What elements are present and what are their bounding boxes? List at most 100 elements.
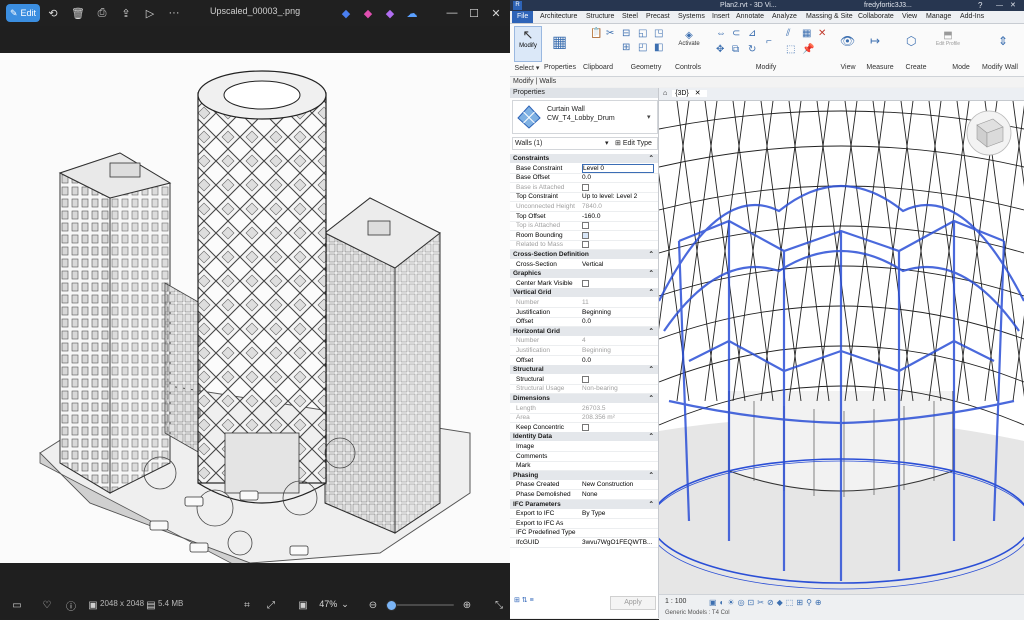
property-category[interactable]: Constraints ⌃ (510, 154, 658, 163)
property-row[interactable]: Justification Beginning (510, 346, 658, 356)
cut-geometry-icon[interactable]: ◳ (654, 28, 663, 39)
paint-icon[interactable]: ◧ (654, 42, 663, 53)
property-row[interactable]: Center Mark Visible (510, 279, 658, 289)
favorite-icon[interactable]: ♡ (40, 598, 54, 612)
filmstrip-icon[interactable]: ▭ (10, 598, 24, 612)
property-value[interactable]: 3wvu7WgO1FEQWTB... (582, 538, 652, 547)
minimize-icon[interactable]: — (444, 5, 460, 21)
property-row[interactable]: Number 4 (510, 336, 658, 347)
property-value[interactable]: 0.0 (582, 317, 652, 326)
move-icon[interactable]: ✥ (716, 44, 724, 55)
app-icon-3[interactable]: ◆ (382, 5, 398, 21)
property-row[interactable]: Phase Created New Construction (510, 480, 658, 491)
maximize-icon[interactable]: ☐ (466, 5, 482, 21)
print-icon[interactable]: ⎙ (94, 5, 110, 21)
zoom-slider-thumb[interactable] (386, 600, 398, 611)
property-row[interactable]: Mark (510, 461, 658, 472)
property-category[interactable]: Identity Data ⌃ (510, 432, 658, 442)
edit-profile-button[interactable]: ⬒ Edit Profile (934, 30, 962, 47)
mirror-icon[interactable]: ⊿ (748, 28, 756, 39)
property-value[interactable] (582, 375, 652, 384)
checkbox[interactable] (582, 279, 589, 287)
cope-icon[interactable]: ◱ (638, 28, 647, 39)
property-category[interactable]: Cross-Section Definition ⌃ (510, 250, 658, 259)
tab-structure[interactable]: Structure (586, 11, 614, 23)
tab-file[interactable]: File (512, 11, 534, 23)
property-value[interactable] (582, 240, 652, 249)
property-value[interactable]: Beginning (582, 308, 652, 317)
tab-manage[interactable]: Manage (926, 11, 951, 23)
property-row[interactable]: Top Constraint Up to level: Level 2 (510, 192, 658, 203)
more-icon[interactable]: ··· (166, 5, 182, 21)
measure-icon[interactable]: ↦ (870, 34, 880, 48)
tab-analyze[interactable]: Analyze (772, 11, 797, 23)
property-value[interactable]: Non-bearing (582, 384, 652, 393)
property-value[interactable] (582, 279, 652, 288)
property-row[interactable]: IFC Predefined Type (510, 528, 658, 539)
tab-precast[interactable]: Precast (646, 11, 670, 23)
property-category[interactable]: Graphics ⌃ (510, 269, 658, 279)
view-control-icons[interactable]: ▣◐☀◎⊡✂⊘◆⬚⊞⚲⊕ (709, 598, 825, 607)
split-face-icon[interactable]: ◰ (638, 42, 647, 53)
property-value[interactable]: None (582, 490, 652, 499)
tab-systems[interactable]: Systems (678, 11, 705, 23)
image-canvas[interactable] (0, 53, 510, 563)
apply-button[interactable]: Apply (610, 596, 656, 610)
app-icon-2[interactable]: ◆ (360, 5, 376, 21)
property-row[interactable]: Structural (510, 375, 658, 385)
copy-icon[interactable]: ⧉ (732, 44, 739, 55)
tab-collaborate[interactable]: Collaborate (858, 11, 894, 23)
property-row[interactable]: Number 11 (510, 298, 658, 308)
tab-steel[interactable]: Steel (622, 11, 638, 23)
checkbox[interactable] (582, 183, 589, 191)
property-value[interactable]: Vertical (582, 260, 652, 269)
property-value[interactable]: By Type (582, 509, 652, 518)
fullscreen-icon[interactable]: ⤡ (492, 598, 506, 612)
minimize-icon[interactable]: — (996, 0, 1003, 11)
rotate-icon[interactable]: ↻ (748, 44, 756, 55)
checkbox-checked[interactable] (582, 231, 589, 239)
property-value[interactable]: 26703.5 (582, 404, 652, 413)
property-row[interactable]: Keep Concentric (510, 423, 658, 433)
checkbox[interactable] (582, 423, 589, 431)
app-icon-1[interactable]: ◆ (338, 5, 354, 21)
property-category[interactable]: Dimensions ⌃ (510, 394, 658, 403)
wall-join-icon[interactable]: ⊞ (622, 42, 630, 53)
property-category[interactable]: IFC Parameters ⌃ (510, 499, 658, 509)
cloud-icon[interactable]: ☁ (404, 5, 420, 21)
property-row[interactable]: Image (510, 442, 658, 452)
join-icon[interactable]: ⊟ (622, 28, 630, 39)
property-category[interactable]: Vertical Grid ⌃ (510, 288, 658, 298)
properties-help-icon[interactable]: ⊞ ⇅ ≡ (514, 596, 534, 604)
split-icon[interactable]: ⫽ (786, 28, 790, 39)
property-row[interactable]: Export to IFC By Type (510, 509, 658, 520)
property-row[interactable]: Offset 0.0 (510, 317, 658, 328)
tab-massing-site[interactable]: Massing & Site (806, 11, 853, 23)
close-icon[interactable]: ✕ (488, 5, 504, 21)
tab-architecture[interactable]: Architecture (540, 11, 577, 23)
help-icon[interactable]: ? (978, 0, 982, 11)
share-icon[interactable]: ⇪ (118, 5, 134, 21)
property-row[interactable]: Base Constraint Level 0 (510, 163, 658, 174)
property-value[interactable] (582, 183, 652, 192)
property-value[interactable]: 0.0 (582, 356, 652, 365)
property-value[interactable]: 4 (582, 336, 652, 345)
viewcube-icon[interactable] (966, 110, 1012, 156)
cut-icon[interactable]: ✂ (606, 28, 614, 39)
tab-annotate[interactable]: Annotate (736, 11, 764, 23)
property-value[interactable]: 7840.0 (582, 202, 652, 211)
property-row[interactable]: Unconnected Height 7840.0 (510, 202, 658, 212)
close-icon[interactable]: ✕ (1010, 0, 1016, 11)
property-value[interactable]: 0.0 (582, 173, 652, 182)
delete-icon[interactable]: ✕ (818, 28, 826, 39)
view-scale[interactable]: 1 : 100 (665, 598, 686, 605)
property-value[interactable] (582, 231, 652, 240)
attach-top-icon[interactable]: ⇕ (998, 34, 1008, 48)
property-value[interactable]: Beginning (582, 346, 652, 355)
revit-logo-icon[interactable]: R (513, 1, 522, 10)
property-row[interactable]: Top Offset -160.0 (510, 212, 658, 222)
view-tab-3d[interactable]: ⌂ {3D} ✕ (659, 88, 1024, 101)
property-row[interactable]: Offset 0.0 (510, 356, 658, 366)
checkbox[interactable] (582, 221, 589, 229)
property-row[interactable]: Comments (510, 452, 658, 462)
